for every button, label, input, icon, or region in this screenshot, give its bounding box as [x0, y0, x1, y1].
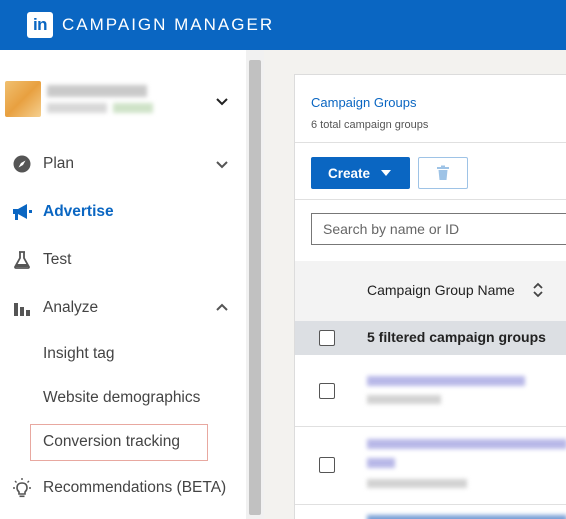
- sort-icon[interactable]: [531, 281, 545, 299]
- nav-test-label: Test: [43, 251, 72, 268]
- divider: [295, 199, 566, 200]
- nav-plan[interactable]: Plan: [0, 144, 246, 184]
- select-all-checkbox[interactable]: [319, 330, 335, 346]
- scrollbar-thumb[interactable]: [249, 60, 261, 515]
- nav-analyze[interactable]: Analyze: [0, 288, 246, 328]
- filter-summary-row: 5 filtered campaign groups: [295, 321, 566, 355]
- lightbulb-icon: [11, 477, 33, 499]
- nav-advertise[interactable]: Advertise: [0, 192, 246, 232]
- sidebar-scrollbar[interactable]: [246, 50, 264, 519]
- search-input[interactable]: Search by name or ID: [311, 213, 566, 245]
- nav-insight-tag[interactable]: Insight tag: [43, 345, 115, 363]
- account-id-redacted: [47, 103, 107, 113]
- nav-conversion-tracking[interactable]: Conversion tracking: [43, 433, 180, 451]
- row-checkbox[interactable]: [319, 457, 335, 473]
- campaign-group-name-redacted[interactable]: [367, 439, 566, 449]
- nav-recommendations[interactable]: Recommendations (BETA): [0, 468, 246, 508]
- nav-test[interactable]: Test: [0, 240, 246, 280]
- chevron-down-icon[interactable]: [214, 156, 230, 172]
- account-name-redacted: [47, 85, 147, 97]
- caret-down-icon: [381, 170, 391, 176]
- campaign-group-name-redacted[interactable]: [367, 515, 566, 519]
- table-row[interactable]: [295, 427, 566, 505]
- table-row[interactable]: [295, 355, 566, 427]
- sidebar: Plan Advertise Test Analyze Insight tag …: [0, 50, 264, 519]
- delete-button[interactable]: [418, 157, 468, 189]
- compass-icon: [11, 153, 33, 175]
- bar-chart-icon: [11, 297, 33, 319]
- chevron-up-icon[interactable]: [214, 300, 230, 316]
- nav-analyze-label: Analyze: [43, 299, 99, 316]
- nav-website-demographics[interactable]: Website demographics: [43, 389, 200, 407]
- column-header-name[interactable]: Campaign Group Name: [367, 282, 515, 298]
- filter-summary-label: 5 filtered campaign groups: [367, 329, 546, 345]
- divider: [295, 142, 566, 143]
- nav-recommendations-label: Recommendations (BETA): [43, 479, 227, 496]
- trash-icon: [437, 165, 449, 180]
- campaign-groups-card: Campaign Groups 6 total campaign groups …: [294, 74, 566, 519]
- account-avatar: [5, 81, 41, 117]
- app-title: CAMPAIGN MANAGER: [62, 15, 275, 34]
- nav-advertise-label: Advertise: [43, 203, 114, 220]
- table-header: Campaign Group Name: [295, 261, 566, 321]
- megaphone-icon: [11, 201, 33, 223]
- row-checkbox[interactable]: [319, 383, 335, 399]
- campaign-group-name-redacted[interactable]: [367, 376, 525, 386]
- create-button[interactable]: Create: [311, 157, 410, 189]
- account-switcher[interactable]: [5, 81, 245, 125]
- table-row[interactable]: [295, 505, 566, 519]
- nav-plan-label: Plan: [43, 155, 75, 172]
- card-title[interactable]: Campaign Groups: [311, 95, 417, 110]
- campaign-group-id-redacted: [367, 479, 467, 488]
- campaign-group-id-redacted: [367, 395, 441, 404]
- create-button-label: Create: [328, 165, 371, 181]
- top-bar: in CAMPAIGN MANAGER: [0, 0, 566, 50]
- chevron-down-icon[interactable]: [214, 93, 230, 109]
- flask-icon: [11, 249, 33, 271]
- account-status-redacted: [113, 103, 153, 113]
- campaign-group-name-redacted[interactable]: [367, 458, 395, 468]
- linkedin-logo[interactable]: in: [27, 12, 53, 38]
- card-subtitle: 6 total campaign groups: [311, 119, 429, 131]
